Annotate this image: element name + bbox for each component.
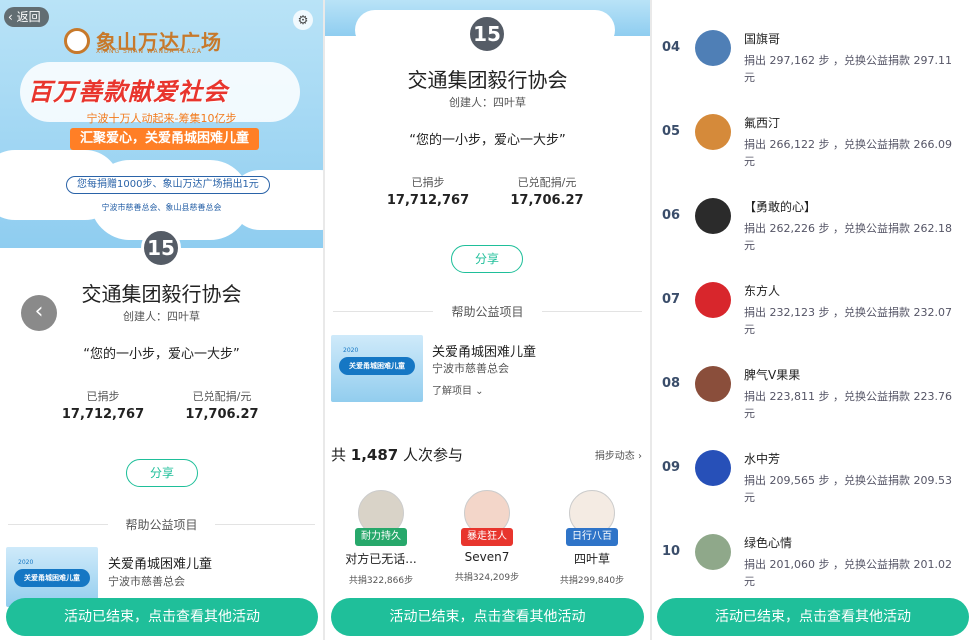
team-creator: 创建人：四叶草 xyxy=(449,96,526,109)
team-rank-badge: 15 xyxy=(467,14,507,54)
rank-number: 05 xyxy=(662,124,681,139)
rank-number: 08 xyxy=(662,376,681,391)
participant-badge: 日行八百 xyxy=(566,528,618,546)
chevron-left-icon: ‹ xyxy=(8,10,17,24)
project-section-title: 帮助公益项目 xyxy=(451,305,524,319)
ranking-row[interactable]: 07 东方人捐出 232,123 步 ，兑换公益捐款 232.07 元 xyxy=(652,262,975,346)
team-slogan: “您的一小步，爱心一大步” xyxy=(83,347,240,362)
participant-steps: 共捐322,866步 xyxy=(348,576,414,586)
project-thumbnail[interactable]: 2020 关爱甬城困难儿童 xyxy=(331,335,423,402)
team-page-left: ‹ 返回 ⚙ 象山万达广场 XIANG SHAN WANDA PLAZA 百万善… xyxy=(0,0,323,640)
activity-ended-button[interactable]: 活动已结束，点击查看其他活动 xyxy=(331,598,644,636)
member-name: 东方人 xyxy=(744,284,781,298)
matched-amount-label: 已兑配捐/元 xyxy=(192,390,252,403)
project-org: 宁波市慈善总会 xyxy=(108,575,185,588)
banner-rule: 您每捐赠1000步、象山万达广场捐出1元 xyxy=(66,176,270,194)
participant-steps: 共捐299,840步 xyxy=(559,576,625,586)
participant-count: 共 1,487 人次参与 xyxy=(331,446,464,464)
project-org: 宁波市慈善总会 xyxy=(432,362,509,375)
previous-arrow-icon[interactable]: ‹ xyxy=(21,295,57,331)
team-rank-badge: 15 xyxy=(141,228,181,268)
member-name: 水中芳 xyxy=(744,452,781,466)
donated-steps-label: 已捐步 xyxy=(411,176,445,189)
avatar xyxy=(695,366,731,402)
rank-number: 10 xyxy=(662,544,681,559)
share-button[interactable]: 分享 xyxy=(451,245,523,273)
rank-number: 06 xyxy=(662,208,681,223)
team-page-middle: 15 交通集团毅行协会 创建人：四叶草 “您的一小步，爱心一大步” 已捐步 17… xyxy=(325,0,650,640)
banner-headline: 百万善款献爱社会 xyxy=(28,78,228,106)
ranking-list: 04 国旗哥 捐出 297,162 步 ，兑换公益捐款 297.11 元 05 氟西汀捐… xyxy=(652,0,975,640)
participant-name: Seven7 xyxy=(464,550,510,564)
participant-steps: 共捐324,209步 xyxy=(454,573,520,583)
rank-number: 09 xyxy=(662,460,681,475)
project-more-link[interactable]: 了解项目 ⌄ xyxy=(432,382,484,397)
avatar xyxy=(695,198,731,234)
activity-ended-button[interactable]: 活动已结束，点击查看其他活动 xyxy=(6,598,318,636)
member-donation-info: 捐出 297,162 步 ，兑换公益捐款 297.11 元 xyxy=(744,54,952,84)
team-name: 交通集团毅行协会 xyxy=(407,68,568,92)
participant-card[interactable]: 日行八百 四叶草 共捐299,840步 xyxy=(547,490,637,586)
project-section-title: 帮助公益项目 xyxy=(125,518,198,532)
project-name[interactable]: 关爱甬城困难儿童 xyxy=(108,553,212,572)
avatar xyxy=(695,282,731,318)
donated-steps-value: 17,712,767 xyxy=(386,193,470,208)
avatar xyxy=(695,534,731,570)
matched-amount-label: 已兑配捐/元 xyxy=(517,176,577,189)
project-name[interactable]: 关爱甬城困难儿童 xyxy=(432,341,536,360)
ranking-row[interactable]: 08 脾气V果果捐出 223,811 步 ，兑换公益捐款 223.76 元 xyxy=(652,346,975,430)
team-slogan: “您的一小步，爱心一大步” xyxy=(409,133,566,148)
donated-steps-label: 已捐步 xyxy=(86,390,120,403)
activity-ended-button[interactable]: 活动已结束，点击查看其他活动 xyxy=(657,598,969,636)
ranking-row[interactable]: 10 绿色心情捐出 201,060 步 ，兑换公益捐款 201.02 元 xyxy=(652,514,975,598)
avatar xyxy=(695,30,731,66)
donated-steps-value: 17,712,767 xyxy=(61,407,145,422)
avatar xyxy=(695,450,731,486)
donation-feed-link[interactable]: 捐步动态 › xyxy=(595,447,642,462)
banner-highlight: 汇聚爱心，关爱甬城困难儿童 xyxy=(70,128,260,150)
avatar xyxy=(695,114,731,150)
participant-name: 对方已无话... xyxy=(345,552,417,566)
member-name: 脾气V果果 xyxy=(744,368,801,382)
matched-amount-value: 17,706.27 xyxy=(185,407,259,422)
ranking-row[interactable]: 04 国旗哥捐出 297,162 步 ，兑换公益捐款 297.11 元 xyxy=(652,10,975,94)
member-donation-info: 捐出 201,060 步 ，兑换公益捐款 201.02 元 xyxy=(744,558,952,588)
member-name: 绿色心情 xyxy=(744,536,793,550)
ranking-row[interactable]: 05 氟西汀捐出 266,122 步 ，兑换公益捐款 266.09 元 xyxy=(652,94,975,178)
member-donation-info: 捐出 262,226 步 ，兑换公益捐款 262.18 元 xyxy=(744,222,952,252)
participant-card[interactable]: 耐力持久 对方已无话... 共捐322,866步 xyxy=(336,490,426,586)
banner-tagline: 宁波十万人动起来-筹集10亿步 xyxy=(86,112,237,125)
campaign-banner: ‹ 返回 ⚙ 象山万达广场 XIANG SHAN WANDA PLAZA 百万善… xyxy=(0,0,323,248)
rank-number: 07 xyxy=(662,292,681,307)
participant-name: 四叶草 xyxy=(573,552,610,566)
matched-amount-value: 17,706.27 xyxy=(510,193,584,208)
share-button[interactable]: 分享 xyxy=(126,459,198,487)
participant-badge: 耐力持久 xyxy=(355,528,407,546)
back-button[interactable]: ‹ 返回 xyxy=(4,7,49,27)
member-name: 【勇敢的心】 xyxy=(744,200,817,214)
member-donation-info: 捐出 266,122 步 ，兑换公益捐款 266.09 元 xyxy=(744,138,952,168)
member-name: 国旗哥 xyxy=(744,32,781,46)
banner-organizers: 宁波市慈善总会、象山县慈善总会 xyxy=(101,203,222,212)
ranking-row[interactable]: 06 【勇敢的心】捐出 262,226 步 ，兑换公益捐款 262.18 元 xyxy=(652,178,975,262)
logo-subtitle: XIANG SHAN WANDA PLAZA xyxy=(96,48,202,55)
member-donation-info: 捐出 209,565 步 ，兑换公益捐款 209.53 元 xyxy=(744,474,952,504)
rank-number: 04 xyxy=(662,40,681,55)
logo-mark xyxy=(64,27,90,54)
member-donation-info: 捐出 232,123 步 ，兑换公益捐款 232.07 元 xyxy=(744,306,952,336)
member-donation-info: 捐出 223,811 步 ，兑换公益捐款 223.76 元 xyxy=(744,390,952,420)
participant-badge: 暴走狂人 xyxy=(461,528,513,546)
settings-icon[interactable]: ⚙ xyxy=(293,10,313,30)
member-name: 氟西汀 xyxy=(744,116,781,130)
participant-card[interactable]: 暴走狂人 Seven7 共捐324,209步 xyxy=(442,490,532,583)
ranking-row[interactable]: 09 水中芳捐出 209,565 步 ，兑换公益捐款 209.53 元 xyxy=(652,430,975,514)
